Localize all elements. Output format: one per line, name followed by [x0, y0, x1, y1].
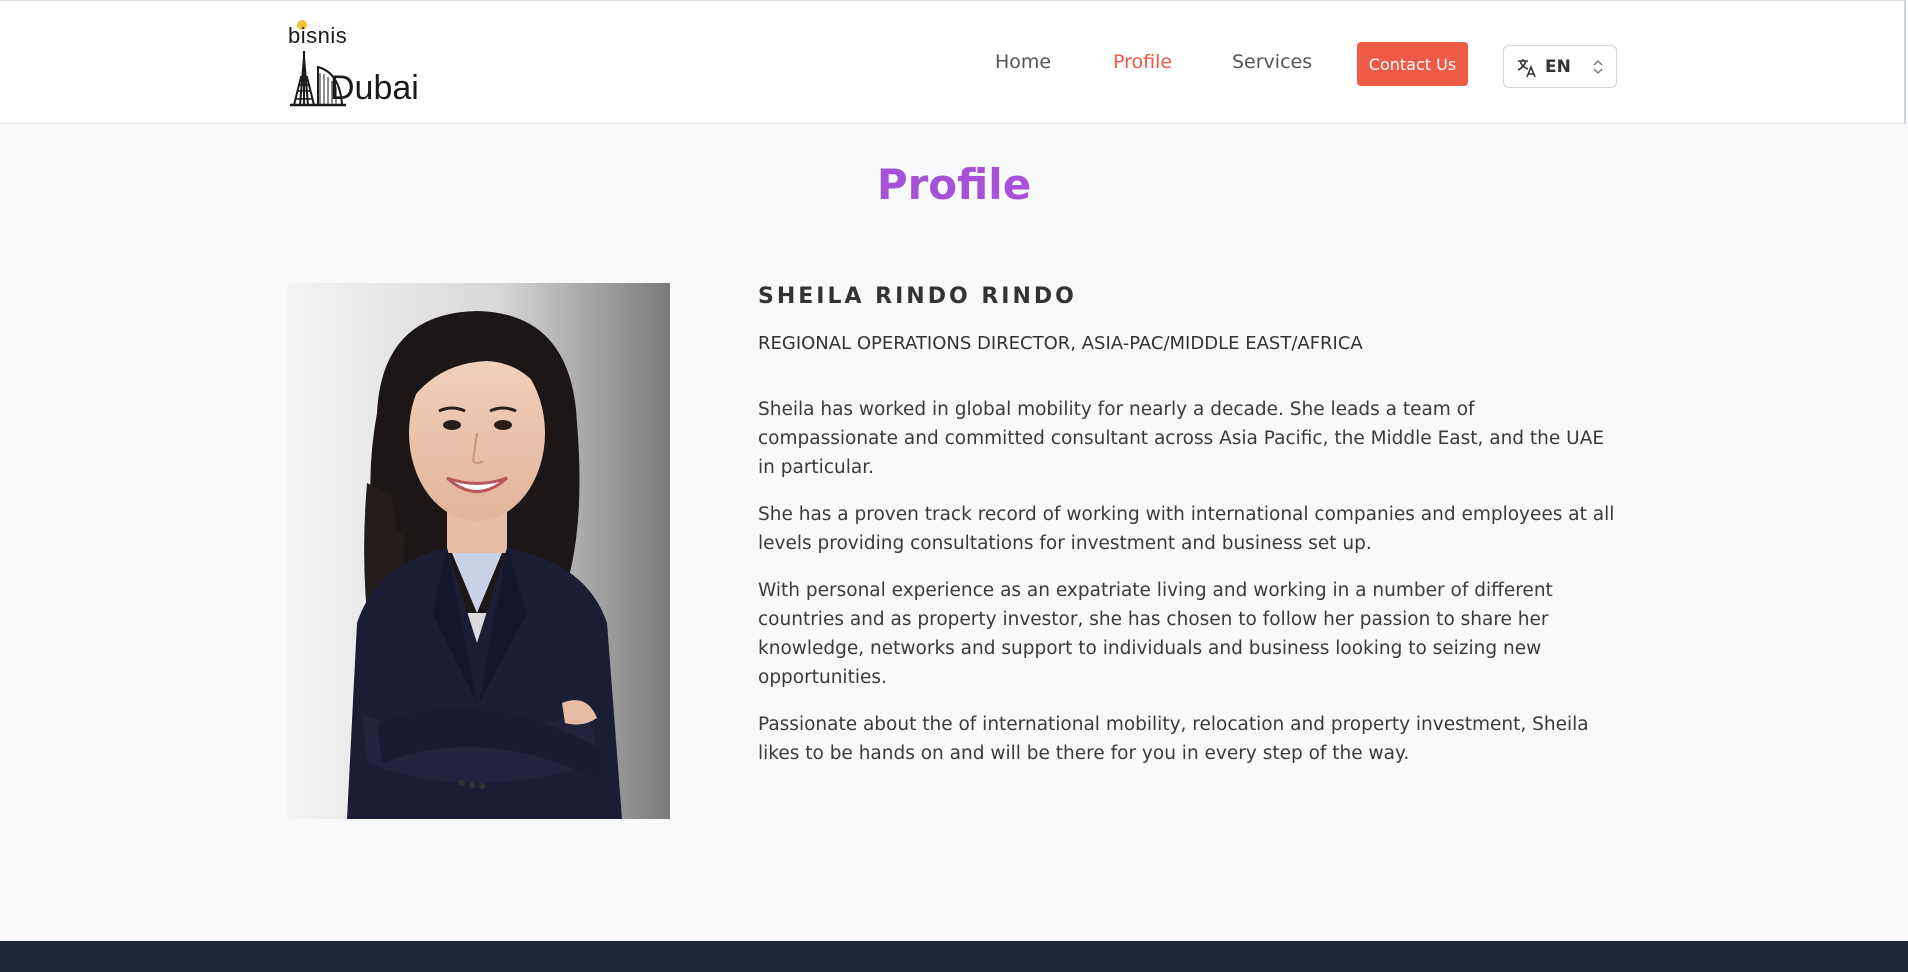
profile-name: SHEILA RINDO RINDO	[758, 284, 1077, 309]
nav-services-link[interactable]: Services	[1232, 51, 1312, 73]
site-header: bisnis Dubai Home Profile Services Conta…	[0, 0, 1906, 124]
nav-profile-link[interactable]: Profile	[1113, 51, 1172, 73]
bio-paragraph: Sheila has worked in global mobility for…	[758, 399, 1605, 478]
chevron-updown-icon	[1592, 59, 1604, 80]
logo-text-top: bisnis	[288, 23, 348, 48]
bio-paragraph: Passionate about the of international mo…	[758, 714, 1589, 764]
site-footer	[0, 941, 1908, 972]
site-logo[interactable]: bisnis Dubai	[286, 17, 419, 109]
profile-bio: Sheila has worked in global mobility for…	[758, 395, 1618, 786]
bio-paragraph: She has a proven track record of working…	[758, 504, 1615, 554]
logo-text-bottom: Dubai	[330, 69, 419, 107]
language-select[interactable]: EN	[1503, 45, 1617, 88]
page-title: Profile	[0, 160, 1908, 209]
portrait-photo	[287, 283, 670, 819]
nav-home-link[interactable]: Home	[995, 51, 1051, 73]
contact-us-button[interactable]: Contact Us	[1357, 42, 1468, 86]
language-label: EN	[1545, 57, 1571, 77]
profile-role: REGIONAL OPERATIONS DIRECTOR, ASIA-PAC/M…	[758, 333, 1363, 354]
translate-icon	[1516, 57, 1538, 84]
bio-paragraph: With personal experience as an expatriat…	[758, 580, 1553, 688]
